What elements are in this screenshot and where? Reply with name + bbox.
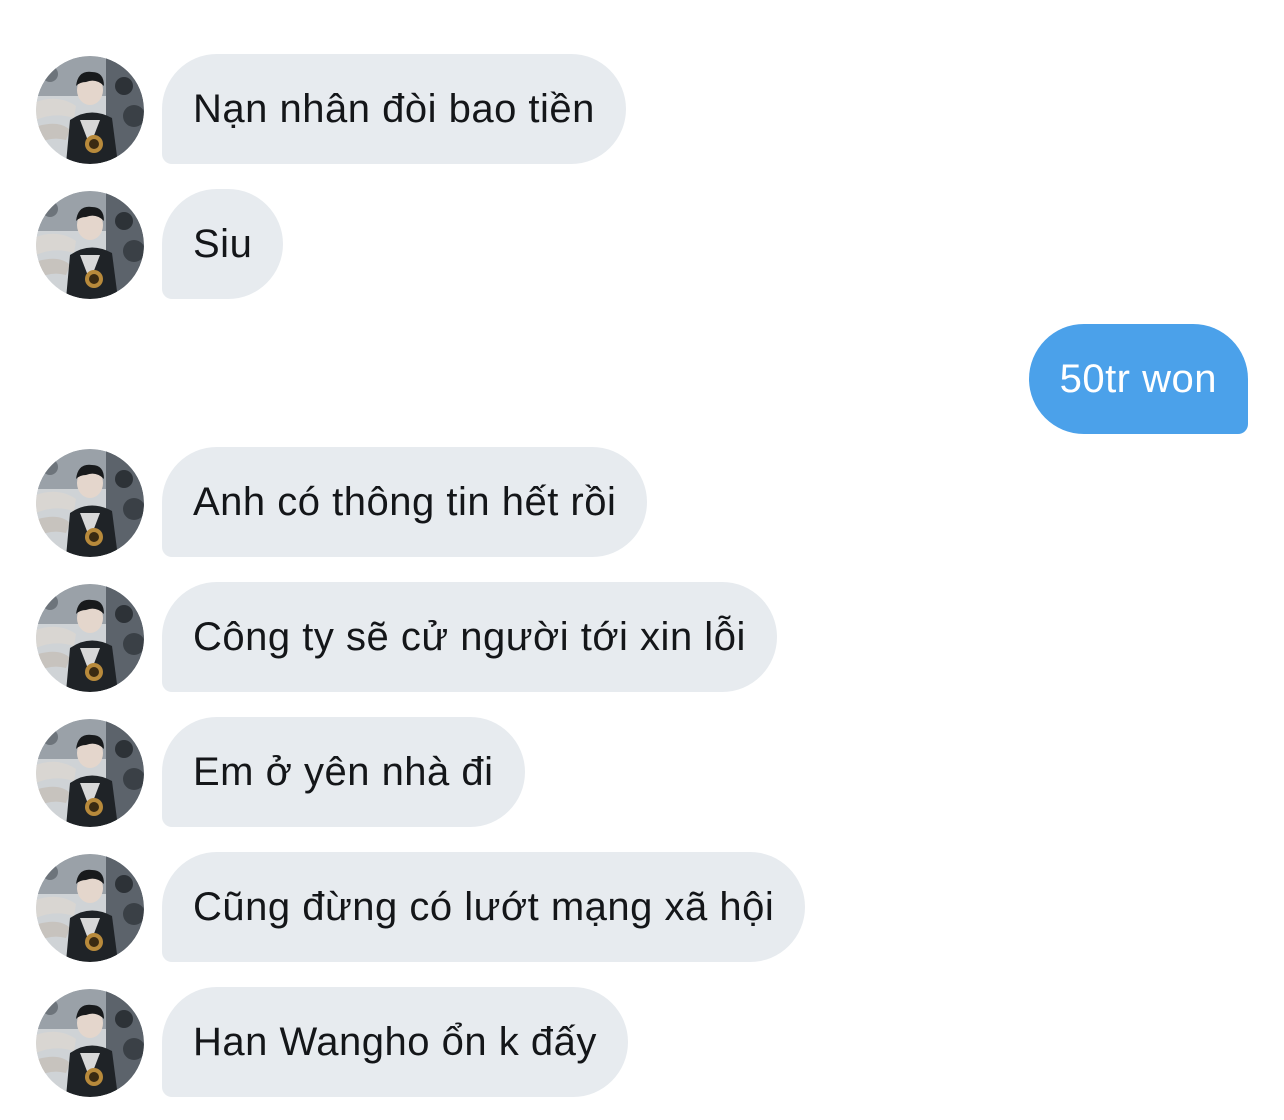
avatar-photo-icon <box>36 56 144 164</box>
incoming-message-bubble[interactable]: Siu <box>162 189 284 299</box>
message-row: Han Wangho ổn k đấy <box>0 987 1284 1097</box>
contact-avatar[interactable] <box>36 719 144 827</box>
chat-thread: Nạn nhân đòi bao tiền Siu 50tr won Anh c… <box>0 0 1284 1120</box>
incoming-message-bubble[interactable]: Nạn nhân đòi bao tiền <box>162 54 626 164</box>
avatar-photo-icon <box>36 584 144 692</box>
message-row: Nạn nhân đòi bao tiền <box>0 54 1284 164</box>
contact-avatar[interactable] <box>36 584 144 692</box>
message-row: Siu <box>0 189 1284 299</box>
contact-avatar[interactable] <box>36 191 144 299</box>
avatar-photo-icon <box>36 191 144 299</box>
contact-avatar[interactable] <box>36 56 144 164</box>
message-row: Anh có thông tin hết rồi <box>0 447 1284 557</box>
incoming-message-bubble[interactable]: Công ty sẽ cử người tới xin lỗi <box>162 582 777 692</box>
message-row: 50tr won <box>0 324 1284 434</box>
incoming-message-bubble[interactable]: Em ở yên nhà đi <box>162 717 525 827</box>
avatar-photo-icon <box>36 989 144 1097</box>
incoming-message-bubble[interactable]: Han Wangho ổn k đấy <box>162 987 628 1097</box>
contact-avatar[interactable] <box>36 989 144 1097</box>
message-row: Cũng đừng có lướt mạng xã hội <box>0 852 1284 962</box>
incoming-message-bubble[interactable]: Cũng đừng có lướt mạng xã hội <box>162 852 806 962</box>
message-row: Em ở yên nhà đi <box>0 717 1284 827</box>
avatar-photo-icon <box>36 449 144 557</box>
avatar-photo-icon <box>36 854 144 962</box>
contact-avatar[interactable] <box>36 854 144 962</box>
message-row: Công ty sẽ cử người tới xin lỗi <box>0 582 1284 692</box>
incoming-message-bubble[interactable]: Anh có thông tin hết rồi <box>162 447 648 557</box>
avatar-photo-icon <box>36 719 144 827</box>
contact-avatar[interactable] <box>36 449 144 557</box>
outgoing-message-bubble[interactable]: 50tr won <box>1028 324 1248 434</box>
